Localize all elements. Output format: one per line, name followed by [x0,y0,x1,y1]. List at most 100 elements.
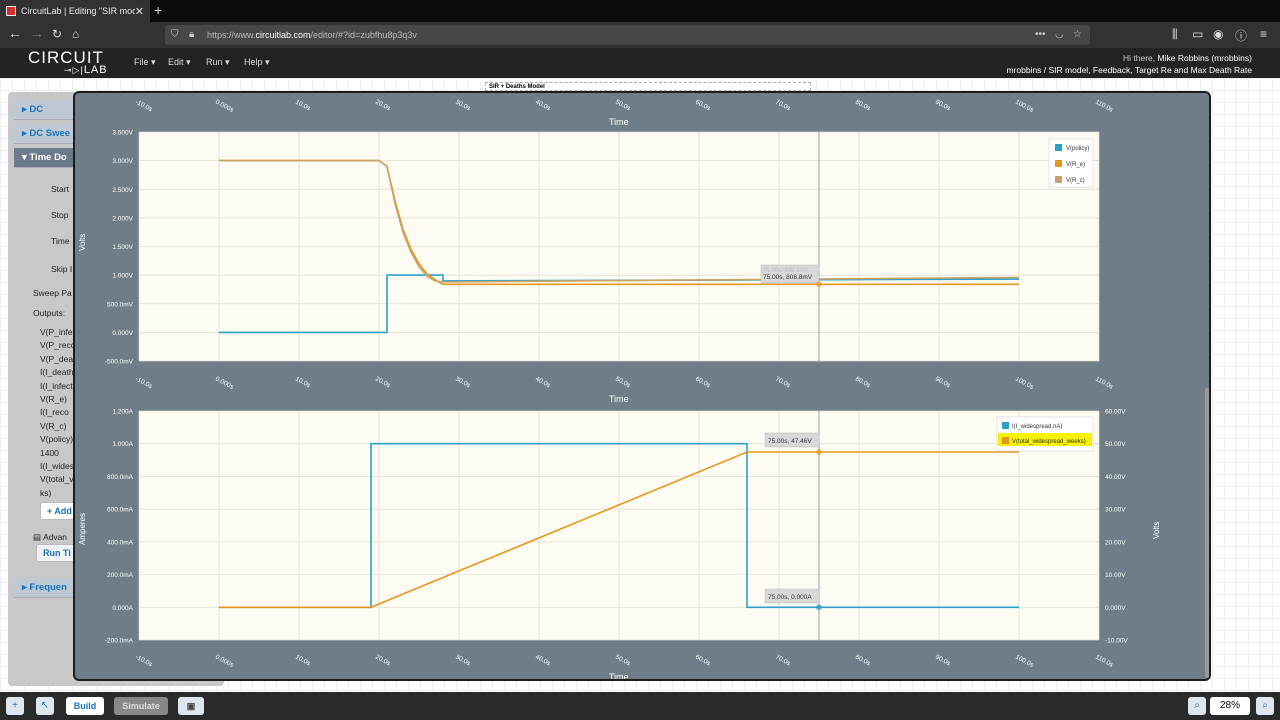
url-bar[interactable]: ⛉ 🔒︎ https://www. circuitlab.com/editor/#… [165,25,1090,45]
y2-tick-label: 10.00V [1105,572,1126,579]
x-tick-label: 20.0s [374,654,392,668]
new-tab-icon[interactable]: + [154,2,162,18]
output-item[interactable]: I(I_wides [40,460,75,473]
logo-text-bottom: LAB [83,64,108,76]
x-tick-label: 60.0s [694,376,712,390]
menu-run[interactable]: Run ▾ [206,57,230,68]
build-button[interactable]: Build [66,697,104,715]
output-item[interactable]: ks) [40,487,75,500]
output-item[interactable]: V(R_e) [40,393,75,406]
close-tab-icon[interactable]: ✕ [135,5,144,18]
back-icon[interactable]: ← [8,25,22,41]
y-tick-label: 1.500V [112,244,133,251]
sidebar-icon[interactable]: ▭ [1192,27,1203,41]
y-tick-label: 3.500V [112,130,133,137]
x-axis-title: Time [609,117,629,127]
x-axis-title: Time [609,672,629,681]
output-item[interactable]: I(I_reco [40,406,75,419]
x-tick-label: -10.0s [134,654,154,669]
url-prefix: https://www. [207,30,256,40]
x-tick-label: 70.0s [774,376,792,390]
x-tick-label: 30.0s [454,99,472,113]
forward-icon[interactable]: → [30,25,44,41]
legend-label: V(policy) [1066,146,1089,152]
param-time-label: Time [51,236,70,246]
x-tick-label: 50.0s [614,654,632,668]
simulate-button[interactable]: Simulate [114,697,168,715]
x-axis-title: Time [609,394,629,404]
circuitlab-favicon-icon [6,6,16,16]
x-tick-label: -10.0s [134,99,154,114]
y-tick-label: -200.0mA [105,638,134,645]
x-tick-label: 40.0s [534,376,552,390]
cursor-dot [816,281,822,288]
bookmark-star-icon[interactable]: ☆ [1073,29,1082,40]
x-tick-label: 20.0s [374,99,392,113]
legend-swatch [1055,144,1062,151]
output-item[interactable]: I(I_infect [40,380,75,393]
zoom-out-icon[interactable]: ⌕ [1188,697,1206,715]
y-tick-label: 500.0mV [107,301,134,308]
menu-icon[interactable]: ≡ [1260,27,1267,41]
advanced-toggle[interactable]: ▤ Advan [33,532,67,543]
x-tick-label: 70.0s [774,99,792,113]
sweep-label: Sweep Pa [33,288,72,298]
menu-edit[interactable]: Edit ▾ [168,57,191,68]
legend-swatch [1055,160,1062,167]
output-item[interactable]: V(total_v [40,473,75,486]
plot-window[interactable]: -10.0s 0.000s 10.0s 20.0s 30.0s 40.0s 50.0s 60.… [73,91,1211,681]
x-tick-label: 10.0s [294,376,312,390]
cursor-dot [816,604,822,611]
legend-label: V(R_e) [1066,162,1085,168]
menu-help[interactable]: Help ▾ [244,57,270,68]
y-tick-label: 1.000V [112,273,133,280]
y2-tick-label: 0.000V [1105,605,1126,612]
plots-svg[interactable]: -10.0s 0.000s 10.0s 20.0s 30.0s 40.0s 50.0s 60.… [75,93,1211,681]
browser-tab-active[interactable]: CircuitLab | Editing "SIR model ✕ [0,0,150,22]
x-tick-label: 10.0s [294,99,312,113]
output-item[interactable]: I(I_death [40,366,75,379]
output-item[interactable]: V(P_reco [40,339,75,352]
browser-toolbar: ← → ↻ ⌂ ⛉ 🔒︎ https://www. circuitlab.com /… [0,22,1280,48]
outputs-label: Outputs: [33,308,66,318]
output-item[interactable]: V(P_dea [40,353,75,366]
pointer-icon[interactable]: ↖ [36,697,54,715]
menu-file[interactable]: File ▾ [134,57,156,68]
x-tick-label: 30.0s [454,654,472,668]
image-export-icon[interactable]: ▣ [178,697,204,715]
library-icon[interactable]: ⫼ [1172,27,1178,42]
add-component-icon[interactable]: + [6,697,24,715]
settings-icon: ▤ [33,532,42,542]
x-tick-label: 100.0s [1014,654,1035,670]
app-header: CIRCUIT ⊸▷|LAB File ▾ Edit ▾ Run ▾ Help ▾… [0,48,1280,78]
cursor-label: 75.00s, 47.46V [768,438,812,445]
x-tick-label: 50.0s [614,99,632,113]
tracking-shield-icon[interactable]: ⛉ [171,29,179,40]
pocket-icon[interactable]: ◡ [1055,29,1064,40]
circuitlab-logo[interactable]: CIRCUIT ⊸▷|LAB [28,49,108,77]
user-name-link[interactable]: Mike Robbins (mrobbins) [1158,53,1252,63]
home-icon[interactable]: ⌂ [72,27,79,41]
plot-scrollbar[interactable] [1205,388,1209,678]
x-tick-label: 0.000s [214,654,235,670]
x-tick-label: 90.0s [934,376,952,390]
page-actions-icon[interactable]: ••• [1035,29,1046,40]
editor-canvas[interactable]: SIR + Deaths Model ▸ DC ▸ DC Swee ▾ Time… [0,78,1280,692]
zoom-level: 28% [1210,697,1250,715]
breadcrumb[interactable]: mrobbins / SIR model, Feedback, Target R… [1006,64,1252,76]
reload-icon[interactable]: ↻ [52,27,62,41]
info-icon[interactable]: ⓘ [1235,27,1247,44]
legend-swatch [1055,176,1062,183]
url-domain: circuitlab.com [255,30,311,40]
output-item[interactable]: 1400 [40,447,75,460]
output-item[interactable]: V(R_c) [40,420,75,433]
y-axis-title-top: Volts [78,234,87,251]
x-tick-label: 10.0s [294,654,312,668]
legend-label: I(I_widespread.nA) [1012,424,1062,430]
output-item[interactable]: V(P_infe [40,326,75,339]
output-item[interactable]: V(policy) [40,433,75,446]
y2-tick-label: 50.00V [1105,441,1126,448]
account-icon[interactable]: ◉ [1213,27,1223,41]
cursor-label: 75.00s, 808.8mV [763,274,813,281]
zoom-in-icon[interactable]: ⌕ [1256,697,1274,715]
